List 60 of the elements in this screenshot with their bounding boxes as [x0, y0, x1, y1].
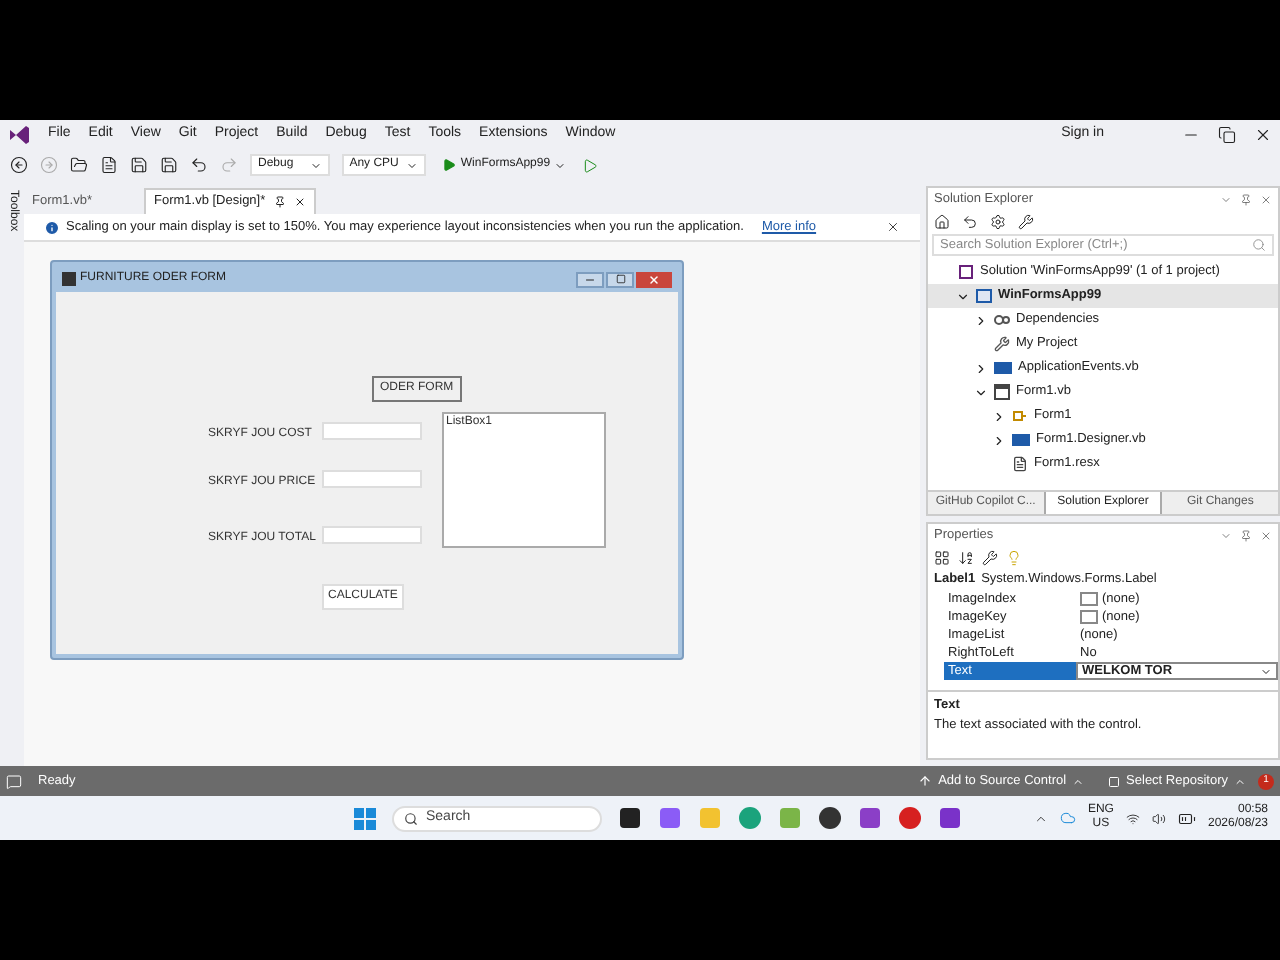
pin-icon[interactable]: [273, 196, 286, 208]
chevron-right-icon[interactable]: [973, 313, 987, 327]
home-icon[interactable]: [934, 214, 950, 230]
close-icon[interactable]: [886, 220, 900, 234]
minimize-icon: [584, 273, 596, 285]
vb-file-icon: [1012, 432, 1030, 448]
chevron-up-icon[interactable]: [1033, 811, 1048, 825]
info-icon: [44, 219, 60, 235]
restore-icon[interactable]: [1218, 126, 1236, 144]
arrow-up-icon: [918, 774, 933, 788]
wrench-icon: [994, 336, 1010, 352]
image-swatch: [1080, 592, 1098, 606]
run-icon[interactable]: [582, 157, 599, 173]
solution-icon: [958, 264, 974, 280]
categorized-icon[interactable]: [934, 550, 950, 566]
sort-icon[interactable]: [958, 550, 974, 566]
back-icon[interactable]: [10, 156, 28, 174]
file-icon[interactable]: [100, 156, 118, 174]
cloud-icon[interactable]: [1059, 810, 1076, 826]
chevron-up-icon: [1072, 775, 1085, 787]
repository-icon: [1108, 775, 1121, 787]
close-button[interactable]: [636, 271, 672, 287]
file-icon: [1012, 456, 1028, 472]
chevron-down-icon[interactable]: [973, 385, 987, 399]
form-icon: [994, 384, 1010, 400]
search-icon: [1252, 238, 1266, 252]
image-swatch: [1080, 610, 1098, 624]
volume-icon[interactable]: [1151, 811, 1166, 825]
chevron-right-icon[interactable]: [991, 409, 1005, 423]
close-icon[interactable]: [293, 196, 306, 208]
dropdown-icon[interactable]: [1260, 665, 1272, 677]
battery-icon[interactable]: [1177, 809, 1196, 827]
chevron-down-icon: [309, 159, 322, 171]
maximize-icon: [615, 274, 625, 284]
record-icon[interactable]: [897, 806, 922, 830]
save-all-icon[interactable]: [160, 156, 178, 174]
form-icon: [62, 272, 76, 286]
chevron-down-icon: [406, 159, 419, 171]
chevron-up-icon: [1234, 775, 1246, 787]
search-icon: [403, 811, 418, 825]
windows-start-icon[interactable]: [353, 807, 376, 829]
wifi-icon[interactable]: [1125, 811, 1140, 825]
play-icon: [442, 158, 457, 172]
chevron-right-icon[interactable]: [973, 361, 987, 375]
undo-icon[interactable]: [190, 156, 208, 174]
project-icon: [976, 288, 992, 304]
dependencies-icon: [994, 312, 1010, 328]
close-icon: [648, 273, 660, 285]
chevron-down-icon: [554, 159, 567, 171]
message-icon: [6, 773, 22, 789]
maximize-button[interactable]: [606, 271, 634, 287]
chevron-down-icon[interactable]: [955, 289, 969, 303]
minimize-button[interactable]: [576, 271, 604, 287]
app-logo[interactable]: [8, 124, 30, 146]
class-icon: [1012, 408, 1028, 424]
vb-file-icon: [994, 360, 1012, 376]
close-icon[interactable]: [1254, 126, 1272, 144]
save-icon[interactable]: [130, 156, 148, 174]
chevron-right-icon[interactable]: [991, 433, 1005, 447]
settings-icon[interactable]: [990, 214, 1006, 230]
